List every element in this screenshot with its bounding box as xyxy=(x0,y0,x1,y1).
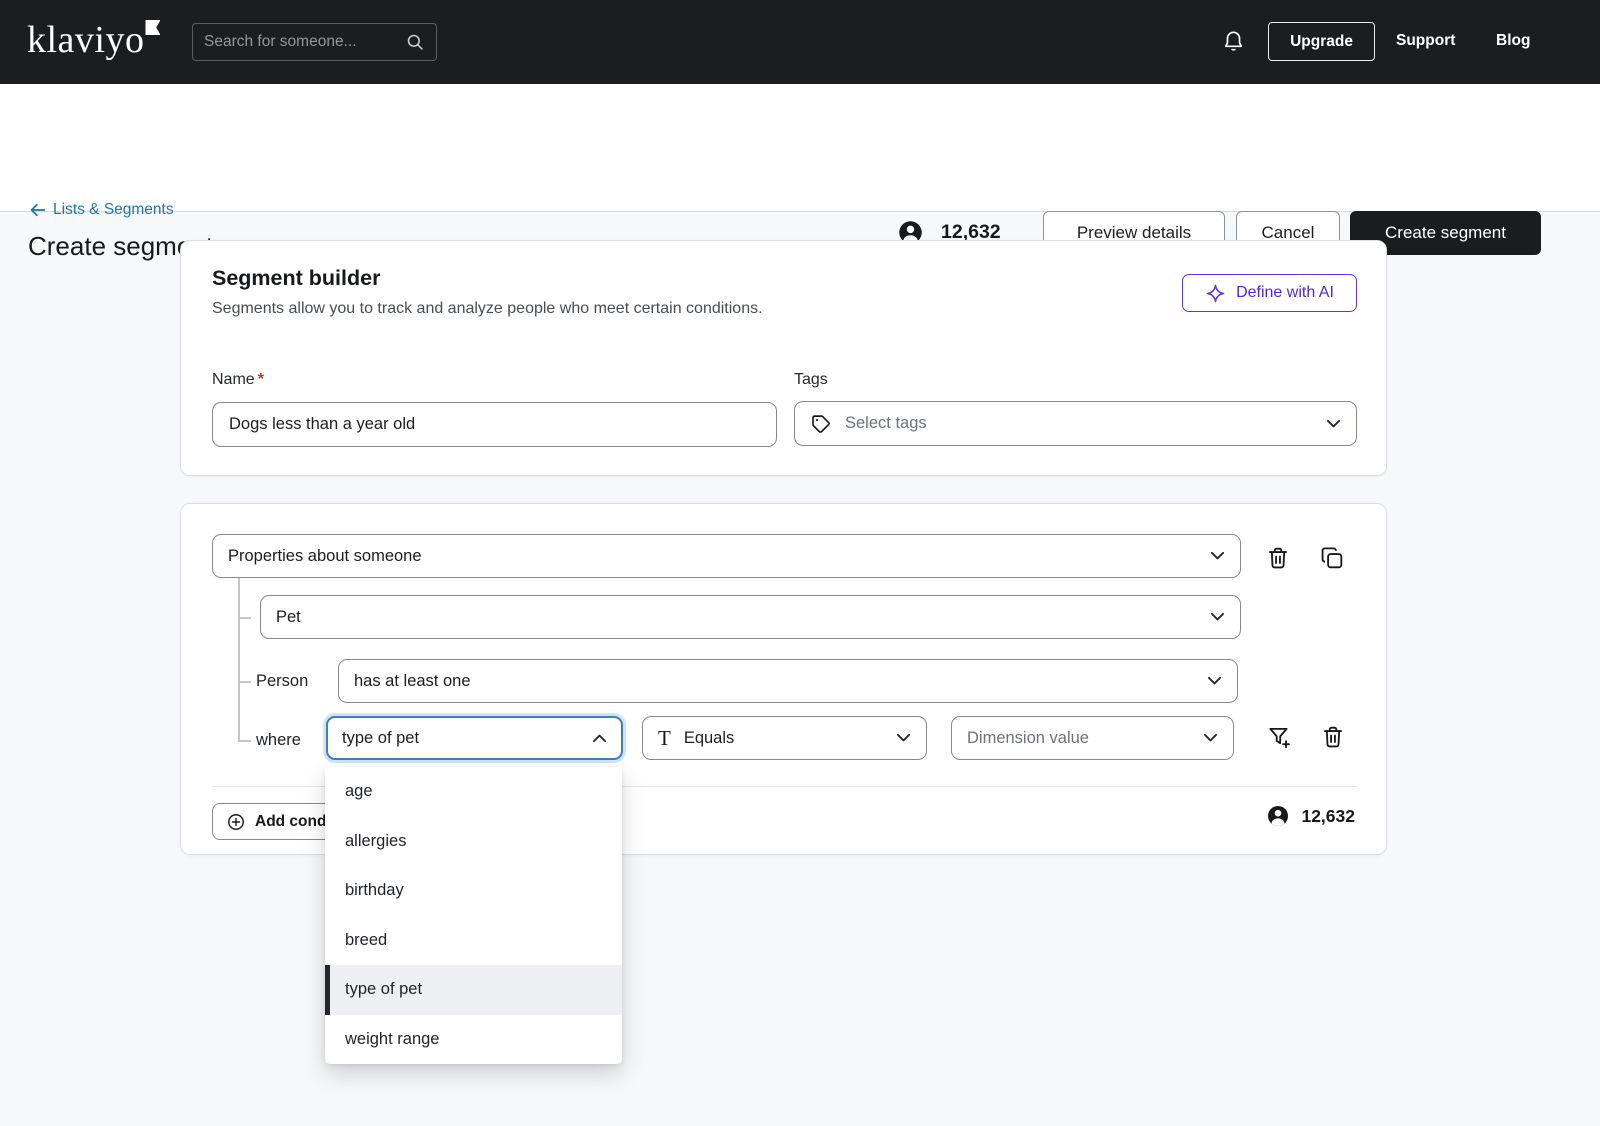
option-label: age xyxy=(345,782,373,801)
operator-value: Equals xyxy=(684,729,734,748)
name-label-text: Name xyxy=(212,371,255,388)
quantifier-select[interactable]: has at least one xyxy=(338,659,1238,703)
tags-placeholder: Select tags xyxy=(845,414,927,433)
dimension-value: type of pet xyxy=(342,729,419,748)
condition-type-value: Properties about someone xyxy=(228,547,422,566)
chevron-down-icon xyxy=(1326,419,1341,429)
upgrade-button[interactable]: Upgrade xyxy=(1268,22,1375,61)
notifications-bell-button[interactable] xyxy=(1221,29,1246,54)
bell-icon xyxy=(1221,29,1246,54)
chevron-down-icon xyxy=(1207,676,1222,686)
dimension-combobox[interactable]: type of pet xyxy=(326,716,623,760)
define-with-ai-button[interactable]: Define with AI xyxy=(1182,274,1357,312)
chevron-up-icon xyxy=(592,733,607,743)
option-label: birthday xyxy=(345,881,404,900)
operator-select[interactable]: T Equals xyxy=(642,716,927,760)
dropdown-option-birthday[interactable]: birthday xyxy=(325,866,622,916)
klaviyo-logo[interactable]: klaviyo xyxy=(27,18,144,62)
text-type-icon: T xyxy=(658,728,671,749)
delete-condition-button[interactable] xyxy=(1265,545,1291,571)
back-link-label: Lists & Segments xyxy=(53,201,174,219)
person-search[interactable] xyxy=(192,23,437,61)
duplicate-condition-button[interactable] xyxy=(1319,545,1345,571)
option-label: allergies xyxy=(345,832,406,851)
filter-plus-icon xyxy=(1266,724,1292,750)
segment-builder-title: Segment builder xyxy=(212,266,380,291)
tags-select[interactable]: Select tags xyxy=(794,401,1357,446)
option-label: breed xyxy=(345,931,387,950)
condition-audience-count-value: 12,632 xyxy=(1301,806,1355,827)
dropdown-option-breed[interactable]: breed xyxy=(325,916,622,966)
create-segment-page: klaviyo Upgrade Support Blog Lists & Seg… xyxy=(0,0,1600,1126)
ai-sparkle-icon xyxy=(1205,283,1226,304)
back-arrow-icon xyxy=(29,201,47,219)
tree-stub-property xyxy=(238,617,251,619)
dropdown-option-weight-range[interactable]: weight range xyxy=(325,1015,622,1065)
tree-stub-where xyxy=(238,740,251,742)
delete-row-button[interactable] xyxy=(1320,724,1346,750)
option-label: type of pet xyxy=(345,980,422,999)
define-with-ai-label: Define with AI xyxy=(1236,284,1334,302)
quantifier-value: has at least one xyxy=(354,672,471,691)
add-filter-button[interactable] xyxy=(1266,724,1292,750)
chevron-down-icon xyxy=(1210,612,1225,622)
segment-name-input[interactable] xyxy=(212,402,777,447)
name-label: Name* xyxy=(212,371,264,389)
klaviyo-logo-text: klaviyo xyxy=(27,19,144,61)
dropdown-option-allergies[interactable]: allergies xyxy=(325,817,622,867)
trash-icon xyxy=(1265,545,1291,571)
dimension-dropdown-menu: age allergies birthday breed type of pet… xyxy=(325,767,622,1064)
property-group-value: Pet xyxy=(276,608,301,627)
tags-label: Tags xyxy=(794,371,828,389)
profiles-icon xyxy=(1266,804,1290,828)
chevron-down-icon xyxy=(1210,551,1225,561)
blog-link[interactable]: Blog xyxy=(1496,32,1530,50)
support-link[interactable]: Support xyxy=(1396,32,1455,50)
dropdown-option-age[interactable]: age xyxy=(325,767,622,817)
option-label: weight range xyxy=(345,1030,439,1049)
where-label: where xyxy=(256,731,301,750)
page-header: Lists & Segments Create segment 12,632 P… xyxy=(0,84,1600,212)
tag-icon xyxy=(810,413,832,435)
dropdown-option-type-of-pet[interactable]: type of pet xyxy=(325,965,622,1015)
back-to-lists-segments-link[interactable]: Lists & Segments xyxy=(29,201,174,219)
required-asterisk: * xyxy=(258,371,264,388)
search-input[interactable] xyxy=(204,33,405,51)
segment-builder-description: Segments allow you to track and analyze … xyxy=(212,300,763,318)
copy-icon xyxy=(1319,545,1345,571)
tree-vertical-line xyxy=(238,578,240,741)
search-icon xyxy=(405,32,425,52)
person-label: Person xyxy=(256,672,308,691)
chevron-down-icon xyxy=(896,733,911,743)
tree-stub-person xyxy=(238,681,251,683)
klaviyo-flag-icon xyxy=(145,20,160,35)
condition-type-select[interactable]: Properties about someone xyxy=(212,534,1241,578)
property-group-select[interactable]: Pet xyxy=(260,595,1241,639)
dimension-value-select[interactable]: Dimension value xyxy=(951,716,1234,760)
chevron-down-icon xyxy=(1203,733,1218,743)
dimension-value-placeholder: Dimension value xyxy=(967,729,1089,748)
selected-option-indicator xyxy=(325,965,330,1015)
trash-icon xyxy=(1320,724,1346,750)
plus-circle-icon xyxy=(226,812,246,832)
segment-builder-card: Segment builder Segments allow you to tr… xyxy=(180,240,1387,476)
top-navbar: klaviyo Upgrade Support Blog xyxy=(0,0,1600,84)
condition-audience-count: 12,632 xyxy=(1266,804,1355,828)
